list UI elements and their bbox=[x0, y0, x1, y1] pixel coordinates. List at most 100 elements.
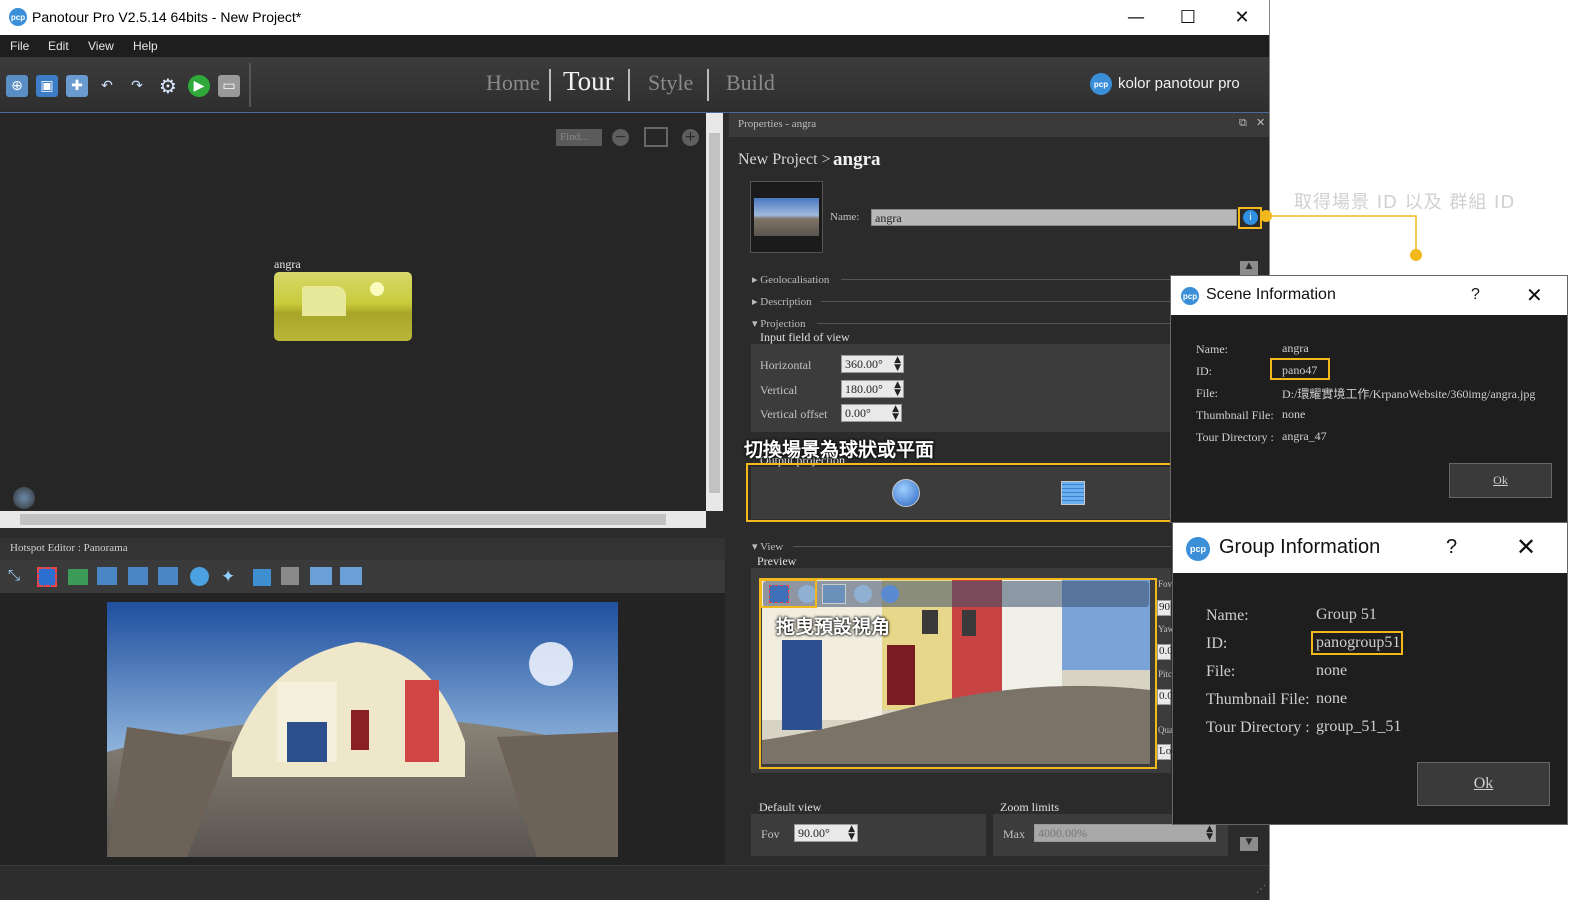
default-fov-input[interactable]: 90.00° ▲ ▼ bbox=[794, 824, 858, 842]
folder-icon[interactable]: ▭ bbox=[218, 75, 240, 97]
zoom-in-icon[interactable]: + bbox=[682, 129, 699, 146]
find-input[interactable]: Find... bbox=[556, 129, 602, 146]
side-yaw-input[interactable]: 0.0 bbox=[1157, 644, 1173, 660]
scroll-up-button[interactable]: ▲ bbox=[1240, 261, 1258, 275]
add-image-hotspot-icon[interactable] bbox=[97, 567, 117, 585]
help-button[interactable]: ? bbox=[1446, 536, 1457, 559]
add-video-hotspot-icon[interactable] bbox=[128, 567, 148, 585]
menu-file[interactable]: File bbox=[10, 39, 29, 53]
scene-node-thumbnail[interactable] bbox=[274, 272, 412, 341]
brand-name: kolor panotour pro bbox=[1118, 75, 1240, 92]
side-fov-input[interactable]: 90 bbox=[1157, 600, 1171, 616]
annotation-drag-view: 拖曳預設視角 bbox=[776, 616, 891, 638]
menu-view[interactable]: View bbox=[88, 39, 114, 53]
close-panel-icon[interactable]: ✕ bbox=[1256, 116, 1265, 129]
save-icon[interactable]: ▣ bbox=[36, 75, 58, 97]
spin-arrows-icon[interactable]: ▲ ▼ bbox=[892, 405, 899, 422]
menu-edit[interactable]: Edit bbox=[48, 39, 69, 53]
callout-connector bbox=[1260, 210, 1422, 261]
select-icon[interactable] bbox=[37, 567, 57, 587]
panotour-window: pcp Panotour Pro V2.5.14 64bits - New Pr… bbox=[0, 0, 1270, 900]
tab-home[interactable]: Home bbox=[486, 70, 540, 96]
zoom-max-input[interactable]: 4000.00% ▲ ▼ bbox=[1034, 824, 1216, 842]
scene-name-input[interactable]: angra bbox=[871, 209, 1237, 226]
add-image-icon[interactable]: ✚ bbox=[66, 75, 88, 97]
map-vertical-scrollbar[interactable] bbox=[706, 113, 723, 511]
zoom-out-icon[interactable]: − bbox=[612, 129, 629, 146]
close-button[interactable]: ✕ bbox=[1227, 5, 1257, 29]
app-logo-icon: pcp bbox=[1181, 287, 1199, 305]
scene-id-label: ID: bbox=[1196, 364, 1212, 378]
map-horizontal-scrollbar[interactable] bbox=[0, 511, 706, 528]
scene-id-highlight bbox=[1270, 358, 1330, 380]
transform-icon[interactable]: ⤡ bbox=[8, 567, 28, 587]
add-point-hotspot-icon[interactable] bbox=[68, 569, 88, 585]
section-description[interactable]: ▸ Description bbox=[752, 295, 812, 308]
menu-help[interactable]: Help bbox=[133, 39, 158, 53]
section-geolocalisation[interactable]: ▸ Geolocalisation bbox=[752, 273, 829, 286]
redo-icon[interactable]: ↷ bbox=[126, 75, 148, 97]
fov-horizontal-input[interactable]: 360.00° ▲ ▼ bbox=[841, 355, 904, 373]
close-dialog-button[interactable]: ✕ bbox=[1516, 533, 1536, 561]
app-logo-icon: pcp bbox=[1186, 537, 1210, 561]
maximize-button[interactable]: ☐ bbox=[1173, 5, 1203, 29]
add-sound-hotspot-icon[interactable] bbox=[190, 567, 209, 586]
scene-thumbnail[interactable] bbox=[750, 181, 823, 253]
scene-name-value: angra bbox=[1282, 341, 1309, 355]
toolbar-divider bbox=[249, 63, 251, 107]
group-ok-button[interactable]: Ok bbox=[1417, 762, 1550, 806]
settings-icon[interactable]: ⚙ bbox=[157, 74, 179, 98]
scroll-down-button[interactable]: ▼ bbox=[1240, 837, 1258, 851]
spin-arrows-icon[interactable]: ▲ ▼ bbox=[894, 356, 901, 373]
undo-icon[interactable]: ↶ bbox=[96, 75, 118, 97]
scene-thumb-value: none bbox=[1282, 407, 1306, 421]
fov-vertical-input[interactable]: 180.00° ▲ ▼ bbox=[841, 380, 904, 398]
zoom-limits-title: Zoom limits bbox=[1000, 800, 1060, 814]
help-button[interactable]: ? bbox=[1471, 286, 1480, 304]
add-light-hotspot-icon[interactable]: ✦ bbox=[221, 567, 241, 587]
info-icon[interactable]: i bbox=[1243, 210, 1258, 225]
fov-offset-input[interactable]: 0.00° ▲ ▼ bbox=[841, 404, 902, 422]
add-panorama-icon[interactable]: ⊕ bbox=[6, 75, 28, 97]
globe-icon[interactable] bbox=[13, 487, 35, 509]
divider bbox=[821, 301, 1171, 302]
breadcrumb-parent[interactable]: New Project > bbox=[738, 151, 831, 169]
spin-arrows-icon[interactable]: ▲ ▼ bbox=[1206, 825, 1213, 842]
tab-style[interactable]: Style bbox=[648, 70, 693, 96]
preview-tools-highlight bbox=[760, 579, 817, 608]
thumbnail-building bbox=[302, 286, 346, 316]
resize-grip-icon[interactable]: ⋰ bbox=[1256, 884, 1266, 895]
spin-value: 180.00° bbox=[845, 382, 883, 396]
add-text-hotspot-icon[interactable] bbox=[158, 567, 178, 585]
scrollbar-thumb[interactable] bbox=[20, 514, 666, 525]
spin-arrows-icon[interactable]: ▲ ▼ bbox=[894, 381, 901, 398]
close-dialog-button[interactable]: ✕ bbox=[1526, 283, 1543, 307]
scrollbar-thumb[interactable] bbox=[709, 133, 720, 493]
zoom-max-label: Max bbox=[1003, 827, 1025, 841]
scene-node-label: angra bbox=[274, 257, 301, 271]
import-hotspot-icon[interactable] bbox=[310, 567, 332, 585]
hotspot-toolbar: ⤡ ✦ bbox=[0, 560, 725, 593]
add-area-hotspot-icon[interactable] bbox=[281, 567, 299, 585]
scene-dir-value: angra_47 bbox=[1282, 429, 1327, 443]
minimize-button[interactable]: — bbox=[1121, 5, 1151, 29]
fit-view-icon[interactable] bbox=[644, 127, 668, 147]
side-quality-input[interactable]: Lo bbox=[1157, 744, 1171, 760]
play-icon[interactable]: ▶ bbox=[188, 75, 210, 97]
spin-arrows-icon[interactable]: ▲ ▼ bbox=[848, 825, 855, 842]
section-view[interactable]: ▾ View bbox=[752, 540, 783, 553]
tab-build[interactable]: Build bbox=[726, 70, 775, 96]
section-projection[interactable]: ▾ Projection bbox=[752, 317, 806, 330]
tab-separator bbox=[549, 69, 551, 101]
side-pitch-input[interactable]: 0.0 bbox=[1157, 689, 1173, 705]
status-bar: ⋰ bbox=[0, 865, 1269, 900]
tab-tour[interactable]: Tour bbox=[563, 66, 614, 97]
add-polygon-hotspot-icon[interactable] bbox=[253, 569, 271, 586]
export-hotspot-icon[interactable] bbox=[340, 567, 362, 585]
kolor-logo-icon: pcp bbox=[1090, 73, 1112, 95]
panorama-image[interactable] bbox=[107, 602, 618, 857]
undock-icon[interactable]: ⧉ bbox=[1239, 116, 1247, 130]
input-fov-panel: Horizontal 360.00° ▲ ▼ Vertical 180.00° ▲ ▼ … bbox=[751, 344, 1171, 432]
scene-ok-button[interactable]: Ok bbox=[1449, 463, 1552, 498]
default-view-panel: Fov 90.00° ▲ ▼ bbox=[751, 814, 986, 856]
